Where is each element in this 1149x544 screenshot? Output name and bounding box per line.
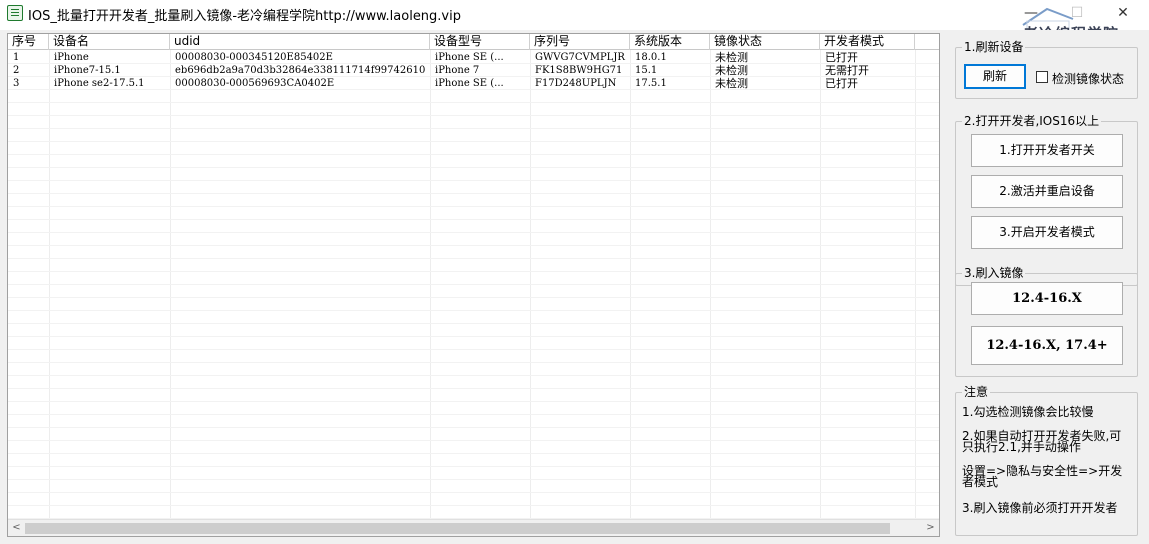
- flash-image-12-16-button[interactable]: 12.4-16.X: [971, 282, 1123, 315]
- device-table[interactable]: 序号 设备名 udid 设备型号 序列号 系统版本 镜像状态 开发者模式 1 iP…: [7, 33, 940, 537]
- col-header-serial[interactable]: 序列号: [530, 34, 630, 50]
- activate-restart-button[interactable]: 2.激活并重启设备: [971, 175, 1123, 208]
- col-header-image-status[interactable]: 镜像状态: [710, 34, 820, 50]
- check-image-status-checkbox[interactable]: [1036, 71, 1048, 83]
- flash-image-group: 3.刷入镜像 12.4-16.X 12.4-16.X, 17.4+: [955, 266, 1138, 377]
- enable-developer-mode-button[interactable]: 3.开启开发者模式: [971, 216, 1123, 249]
- table-header: 序号 设备名 udid 设备型号 序列号 系统版本 镜像状态 开发者模式: [8, 34, 939, 50]
- flash-image-group-title: 3.刷入镜像: [962, 266, 1026, 280]
- flash-image-12-17-button[interactable]: 12.4-16.X, 17.4+: [971, 326, 1123, 365]
- close-button[interactable]: ✕: [1114, 4, 1132, 22]
- notes-group-title: 注意: [962, 385, 991, 399]
- window-title: IOS_批量打开开发者_批量刷入镜像-老冷编程学院http://www.laol…: [28, 9, 461, 24]
- notes-group: 注意 1.勾选检测镜像会比较慢 2.如果自动打开开发者失败,可只执行2.1,并手…: [955, 385, 1138, 536]
- client-area: 序号 设备名 udid 设备型号 序列号 系统版本 镜像状态 开发者模式 1 iP…: [0, 30, 1149, 544]
- col-header-model[interactable]: 设备型号: [430, 34, 530, 50]
- refresh-device-group: 1.刷新设备 刷新 检测镜像状态: [955, 40, 1138, 99]
- note-4: 3.刷入镜像前必须打开开发者: [962, 501, 1118, 515]
- col-header-os-version[interactable]: 系统版本: [630, 34, 710, 50]
- col-header-dev-mode[interactable]: 开发者模式: [820, 34, 915, 50]
- check-image-status-label[interactable]: 检测镜像状态: [1052, 70, 1124, 87]
- scroll-right-arrow-icon[interactable]: >: [922, 520, 939, 536]
- developer-group-title: 2.打开开发者,IOS16以上: [962, 114, 1102, 128]
- app-icon: [7, 5, 23, 21]
- note-3: 设置=>隐私与安全性=>开发者模式: [962, 464, 1123, 489]
- col-header-index[interactable]: 序号: [8, 34, 49, 50]
- col-header-device-name[interactable]: 设备名: [49, 34, 170, 50]
- maximize-button[interactable]: ☐: [1068, 4, 1086, 22]
- developer-group: 2.打开开发者,IOS16以上 1.打开开发者开关 2.激活并重启设备 3.开启…: [955, 114, 1138, 286]
- note-2: 2.如果自动打开开发者失败,可只执行2.1,并手动操作: [962, 429, 1122, 454]
- title-bar: IOS_批量打开开发者_批量刷入镜像-老冷编程学院http://www.laol…: [0, 0, 1149, 44]
- scroll-thumb[interactable]: [25, 523, 890, 534]
- toggle-developer-switch-button[interactable]: 1.打开开发者开关: [971, 134, 1123, 167]
- scroll-left-arrow-icon[interactable]: <: [8, 520, 25, 536]
- refresh-button[interactable]: 刷新: [964, 64, 1026, 89]
- note-1: 1.勾选检测镜像会比较慢: [962, 405, 1094, 419]
- col-header-udid[interactable]: udid: [170, 34, 430, 50]
- horizontal-scrollbar[interactable]: < >: [8, 519, 939, 536]
- minimize-button[interactable]: —: [1022, 4, 1040, 22]
- refresh-group-title: 1.刷新设备: [962, 40, 1026, 54]
